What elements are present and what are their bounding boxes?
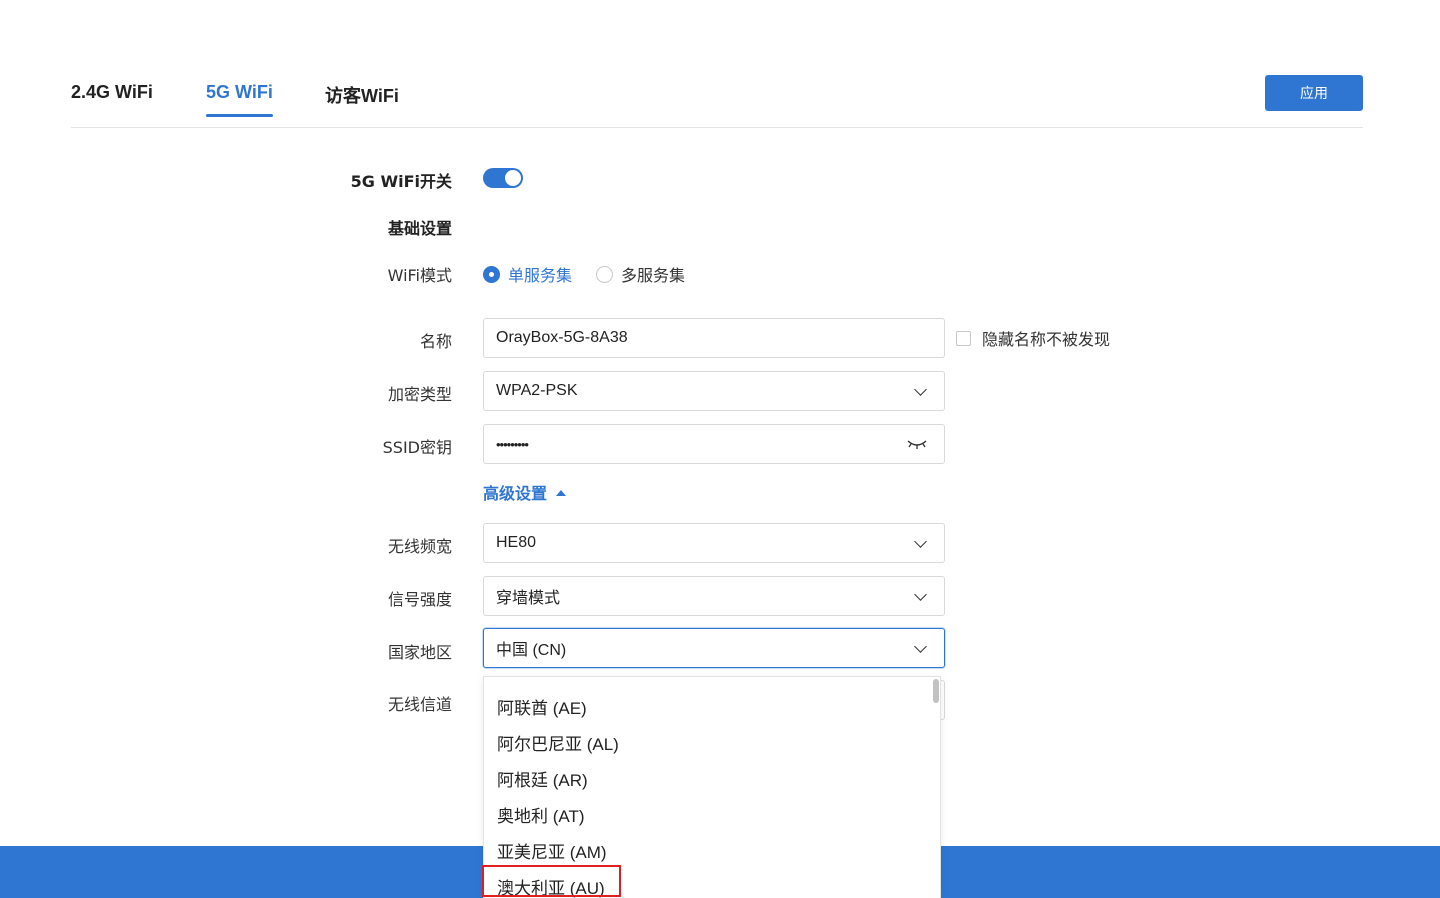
name-value: OrayBox-5G-8A38 (496, 329, 628, 346)
bandwidth-label: 无线频宽 (387, 537, 452, 556)
bandwidth-select[interactable]: HE80 (483, 523, 945, 563)
chevron-down-icon (914, 642, 926, 654)
checkbox-box (956, 330, 971, 346)
hide-name-label: 隐藏名称不被发现 (982, 330, 1111, 349)
radio-single-ssid[interactable]: 单服务集 (483, 262, 572, 286)
chevron-down-icon (914, 385, 926, 397)
eye-closed-icon[interactable] (906, 437, 928, 451)
signal-select[interactable]: 穿墙模式 (483, 576, 945, 616)
caret-up-icon (556, 489, 567, 496)
country-value: 中国 (CN) (496, 642, 567, 659)
name-label: 名称 (419, 332, 452, 351)
tab-2g-wifi[interactable]: 2.4G WiFi (71, 82, 153, 103)
hide-name-checkbox[interactable]: 隐藏名称不被发现 (956, 326, 1110, 350)
country-label: 国家地区 (387, 643, 452, 662)
encryption-label: 加密类型 (387, 385, 452, 404)
radio-multi-ssid[interactable]: 多服务集 (596, 262, 685, 286)
chevron-down-icon (914, 590, 926, 602)
encryption-select[interactable]: WPA2-PSK (483, 371, 945, 411)
ssid-key-label: SSID密钥 (382, 438, 452, 457)
name-input[interactable]: OrayBox-5G-8A38 (483, 318, 945, 358)
chevron-down-icon (914, 537, 926, 549)
wifi-mode-label: WiFi模式 (387, 266, 452, 285)
basic-settings-heading: 基础设置 (387, 219, 452, 238)
bandwidth-value: HE80 (496, 534, 537, 551)
channel-label: 无线信道 (387, 695, 452, 714)
radio-circle (596, 265, 613, 283)
country-option[interactable]: 阿根廷 (AR) (497, 766, 588, 791)
country-select[interactable]: 中国 (CN) (483, 628, 945, 668)
advanced-settings-toggle[interactable]: 高级设置 (483, 480, 567, 504)
highlight-box (482, 865, 621, 897)
country-option[interactable]: 亚美尼亚 (AM) (497, 838, 607, 863)
radio-label: 单服务集 (508, 266, 573, 285)
wifi-switch-label: 5G WiFi开关 (350, 172, 452, 191)
radio-label: 多服务集 (621, 266, 686, 285)
signal-value: 穿墙模式 (496, 590, 561, 607)
apply-button[interactable]: 应用 (1265, 75, 1363, 111)
signal-label: 信号强度 (387, 590, 452, 609)
country-option[interactable]: 阿联酋 (AE) (497, 694, 587, 719)
wifi-switch-toggle[interactable] (483, 168, 523, 188)
country-option[interactable]: 阿尔巴尼亚 (AL) (497, 730, 619, 755)
dropdown-scrollbar[interactable] (933, 679, 939, 703)
tab-bar: 2.4G WiFi 5G WiFi 访客WiFi (71, 70, 1363, 128)
ssid-key-input[interactable]: ••••••••• (483, 424, 945, 464)
advanced-settings-label: 高级设置 (483, 484, 548, 503)
tab-guest-wifi[interactable]: 访客WiFi (325, 82, 399, 108)
tab-5g-wifi[interactable]: 5G WiFi (206, 82, 273, 117)
country-option[interactable]: 奥地利 (AT) (497, 802, 585, 827)
toggle-knob (505, 170, 521, 186)
encryption-value: WPA2-PSK (496, 382, 578, 399)
radio-circle (483, 265, 500, 283)
ssid-key-value: ••••••••• (496, 436, 529, 452)
